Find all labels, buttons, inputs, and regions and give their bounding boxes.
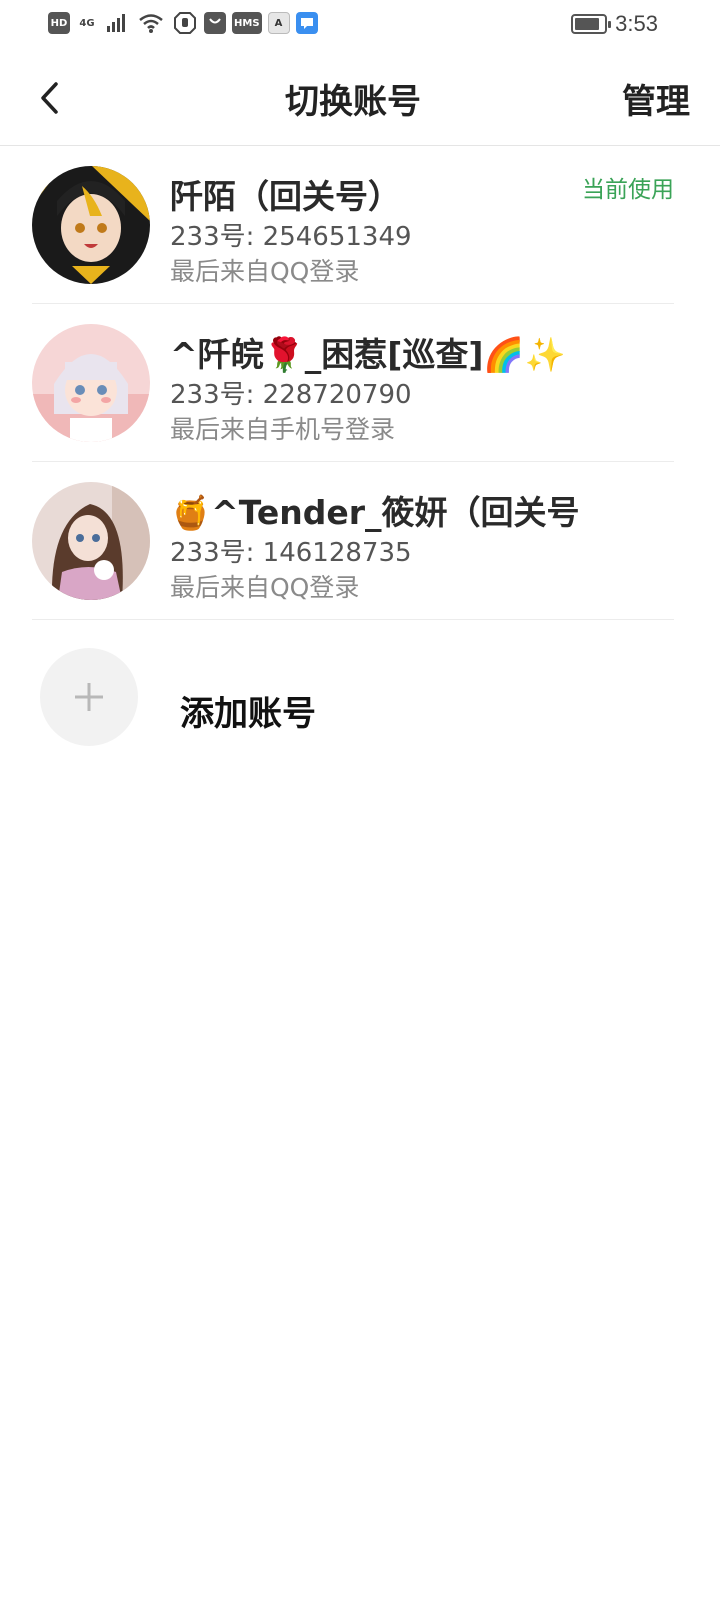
account-list: 阡陌（回关号） 233号: 254651349 最后来自QQ登录 当前使用 ^阡… (0, 146, 720, 620)
wifi-icon (136, 12, 166, 34)
hand-icon (172, 12, 198, 34)
account-item[interactable]: ^阡皖🌹_困惹[巡查]🌈✨ 233号: 228720790 最后来自手机号登录 (32, 304, 674, 462)
header: 切换账号 管理 (0, 50, 720, 146)
avatar (32, 482, 150, 600)
account-login-source: 最后来自QQ登录 (170, 257, 360, 286)
network-type-icon: 4G (79, 17, 95, 29)
page-title: 切换账号 (285, 82, 421, 122)
add-account-button[interactable]: 添加账号 (40, 648, 640, 748)
account-name: 🍯^Tender_筱妍（回关号 (170, 493, 580, 532)
bag-icon (204, 12, 226, 34)
hd-icon: HD (48, 12, 70, 34)
add-account-circle (40, 648, 138, 746)
account-login-source: 最后来自手机号登录 (170, 415, 396, 444)
account-id: 233号: 146128735 (170, 538, 412, 568)
current-account-badge: 当前使用 (582, 177, 674, 203)
add-account-label: 添加账号 (180, 694, 316, 734)
signal-icon (104, 12, 130, 34)
hms-icon: HMS (232, 12, 262, 34)
account-id: 233号: 228720790 (170, 380, 412, 410)
account-item[interactable]: 🍯^Tender_筱妍（回关号 233号: 146128735 最后来自QQ登录 (32, 462, 674, 620)
account-item[interactable]: 阡陌（回关号） 233号: 254651349 最后来自QQ登录 当前使用 (32, 146, 674, 304)
avatar (32, 166, 150, 284)
manage-button[interactable]: 管理 (622, 74, 690, 123)
plus-icon (75, 683, 103, 711)
status-icons: HD 4G HMS A (48, 12, 318, 34)
chat-icon (295, 12, 318, 34)
status-right: 3:53 (571, 11, 658, 37)
account-login-source: 最后来自QQ登录 (170, 573, 360, 602)
account-name: 阡陌（回关号） (170, 177, 401, 216)
status-bar: HD 4G HMS A 3:53 (0, 0, 720, 50)
battery-icon (571, 14, 612, 34)
account-name: ^阡皖🌹_困惹[巡查]🌈✨ (170, 335, 566, 374)
clock: 3:53 (615, 11, 658, 36)
avatar (32, 324, 150, 442)
account-id: 233号: 254651349 (170, 222, 412, 252)
a-app-icon: A (267, 12, 290, 34)
